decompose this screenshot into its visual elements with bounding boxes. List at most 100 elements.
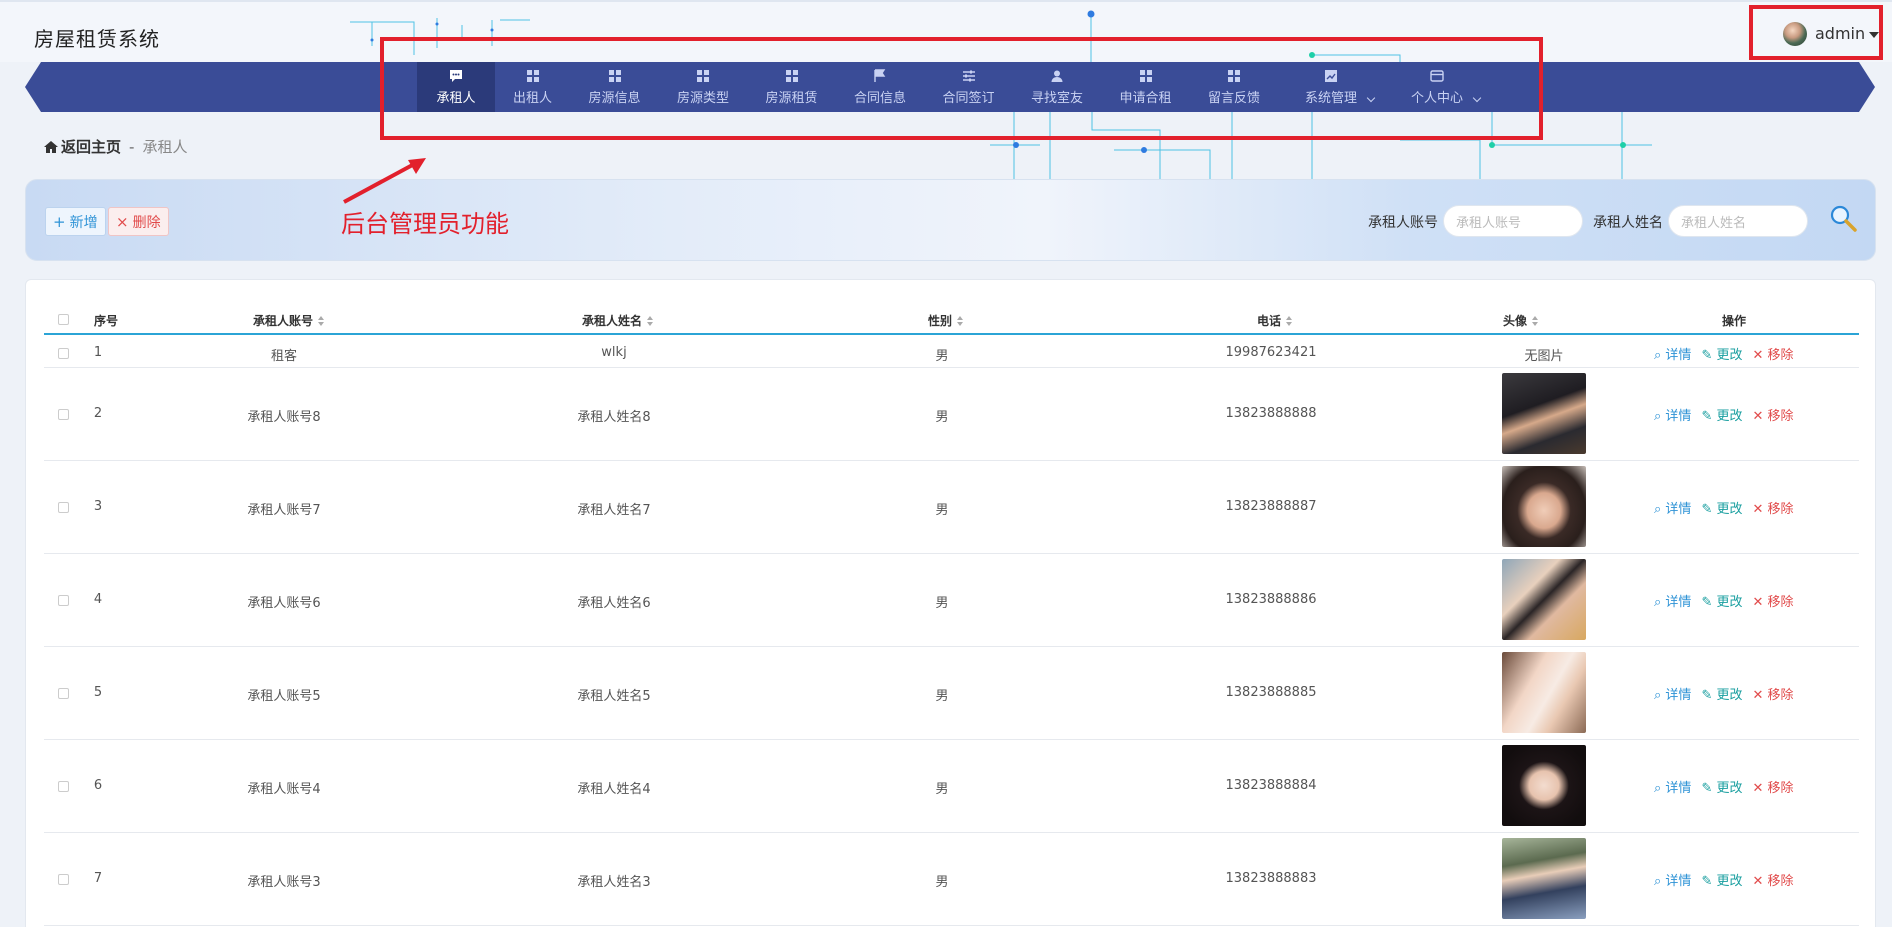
cell-index: 5 [93,685,103,700]
row-actions: ⌕ 详情 ✎ 更改 ✕ 移除 [1654,684,1794,703]
edit-button[interactable]: ✎ 更改 [1701,498,1742,517]
cell-phone: 13823888884 [1225,778,1317,793]
avatar-image[interactable] [1502,373,1586,454]
edit-button[interactable]: ✎ 更改 [1701,591,1742,610]
sort-icon[interactable] [1286,315,1293,326]
edit-button[interactable]: ✎ 更改 [1701,684,1742,703]
close-icon: × [116,212,129,231]
cell-index: 4 [93,592,103,607]
avatar-image[interactable] [1502,652,1586,733]
col-avatar[interactable]: 头像 [1503,312,1539,329]
row-actions: ⌕ 详情 ✎ 更改 ✕ 移除 [1654,405,1794,424]
remove-button[interactable]: ✕ 移除 [1752,777,1793,796]
cell-index: 1 [93,345,103,360]
account-search-label: 承租人账号 [1368,215,1438,231]
row-checkbox[interactable] [58,502,69,513]
detail-button[interactable]: ⌕ 详情 [1654,405,1691,424]
table-row: 3 承租人账号7 承租人姓名7 男 13823888887 ⌕ 详情 ✎ 更改 … [44,461,1859,554]
cell-phone: 13823888885 [1225,685,1317,700]
breadcrumb-home-link[interactable]: 返回主页 [61,136,121,157]
add-button[interactable]: + 新增 [45,207,106,236]
cell-index: 2 [93,406,103,421]
cell-name: 承租人姓名8 [577,410,651,425]
detail-button[interactable]: ⌕ 详情 [1654,870,1691,889]
breadcrumb-separator: - [129,137,135,156]
edit-button[interactable]: ✎ 更改 [1701,870,1742,889]
sort-icon[interactable] [1532,315,1539,326]
detail-button[interactable]: ⌕ 详情 [1654,498,1691,517]
cell-gender: 男 [935,875,949,890]
sort-icon[interactable] [318,315,325,326]
plus-icon: + [53,212,66,231]
remove-button[interactable]: ✕ 移除 [1752,591,1793,610]
remove-button[interactable]: ✕ 移除 [1752,344,1793,363]
table-row: 4 承租人账号6 承租人姓名6 男 13823888886 ⌕ 详情 ✎ 更改 … [44,554,1859,647]
table-row: 6 承租人账号4 承租人姓名4 男 13823888884 ⌕ 详情 ✎ 更改 … [44,740,1859,833]
table-header: 序号 承租人账号 承租人姓名 性别 电话 头像 操作 [44,302,1859,335]
add-label: 新增 [69,214,98,231]
breadcrumb-current: 承租人 [142,138,188,156]
avatar-image[interactable] [1502,559,1586,640]
cell-gender: 男 [935,689,949,704]
avatar-image[interactable] [1502,745,1586,826]
row-actions: ⌕ 详情 ✎ 更改 ✕ 移除 [1654,870,1794,889]
detail-button[interactable]: ⌕ 详情 [1654,344,1691,363]
cell-account: 承租人账号6 [247,596,321,611]
col-gender[interactable]: 性别 [928,312,964,329]
highlight-box-nav [380,37,1543,140]
cell-index: 7 [93,871,103,886]
sort-icon[interactable] [647,315,654,326]
cell-account: 承租人账号8 [247,410,321,425]
detail-button[interactable]: ⌕ 详情 [1654,684,1691,703]
cell-index: 6 [93,778,103,793]
row-actions: ⌕ 详情 ✎ 更改 ✕ 移除 [1654,344,1794,363]
sort-icon[interactable] [957,315,964,326]
edit-button[interactable]: ✎ 更改 [1701,777,1742,796]
col-phone[interactable]: 电话 [1257,312,1293,329]
avatar [1783,22,1807,46]
row-checkbox[interactable] [58,688,69,699]
annotation-text: 后台管理员功能 [341,210,509,238]
remove-button[interactable]: ✕ 移除 [1752,870,1793,889]
col-account[interactable]: 承租人账号 [253,312,325,329]
user-menu[interactable]: admin [1749,5,1883,60]
cell-account: 承租人账号3 [247,875,321,890]
table-row: 5 承租人账号5 承租人姓名5 男 13823888885 ⌕ 详情 ✎ 更改 … [44,647,1859,740]
select-all-checkbox[interactable] [58,314,69,325]
edit-button[interactable]: ✎ 更改 [1701,405,1742,424]
cell-name: 承租人姓名3 [577,875,651,890]
detail-button[interactable]: ⌕ 详情 [1654,777,1691,796]
row-checkbox[interactable] [58,874,69,885]
cell-name: 承租人姓名4 [577,782,651,797]
name-search-label: 承租人姓名 [1593,215,1663,231]
table-row: 1 租客 wlkj 男 19987623421 无图片 ⌕ 详情 ✎ 更改 ✕ … [44,338,1859,368]
avatar-image[interactable] [1502,838,1586,919]
remove-button[interactable]: ✕ 移除 [1752,498,1793,517]
row-checkbox[interactable] [58,348,69,359]
delete-button[interactable]: × 删除 [108,207,169,236]
cell-no-image: 无图片 [1524,349,1564,364]
row-checkbox[interactable] [58,781,69,792]
name-search-input[interactable]: 承租人姓名 [1668,205,1808,237]
row-actions: ⌕ 详情 ✎ 更改 ✕ 移除 [1654,498,1794,517]
row-actions: ⌕ 详情 ✎ 更改 ✕ 移除 [1654,777,1794,796]
remove-button[interactable]: ✕ 移除 [1752,684,1793,703]
account-search-input[interactable]: 承租人账号 [1443,205,1583,237]
annotation-arrow [343,158,426,204]
user-name: admin [1815,24,1866,43]
edit-button[interactable]: ✎ 更改 [1701,344,1742,363]
cell-phone: 13823888883 [1225,871,1317,886]
search-icon[interactable] [1828,203,1858,233]
row-checkbox[interactable] [58,595,69,606]
col-name[interactable]: 承租人姓名 [582,312,654,329]
row-actions: ⌕ 详情 ✎ 更改 ✕ 移除 [1654,591,1794,610]
remove-button[interactable]: ✕ 移除 [1752,405,1793,424]
cell-phone: 13823888886 [1225,592,1317,607]
row-checkbox[interactable] [58,409,69,420]
avatar-image[interactable] [1502,466,1586,547]
cell-name: 承租人姓名5 [577,689,651,704]
cell-index: 3 [93,499,103,514]
app-title: 房屋租赁系统 [34,27,160,51]
cell-phone: 13823888887 [1225,499,1317,514]
detail-button[interactable]: ⌕ 详情 [1654,591,1691,610]
